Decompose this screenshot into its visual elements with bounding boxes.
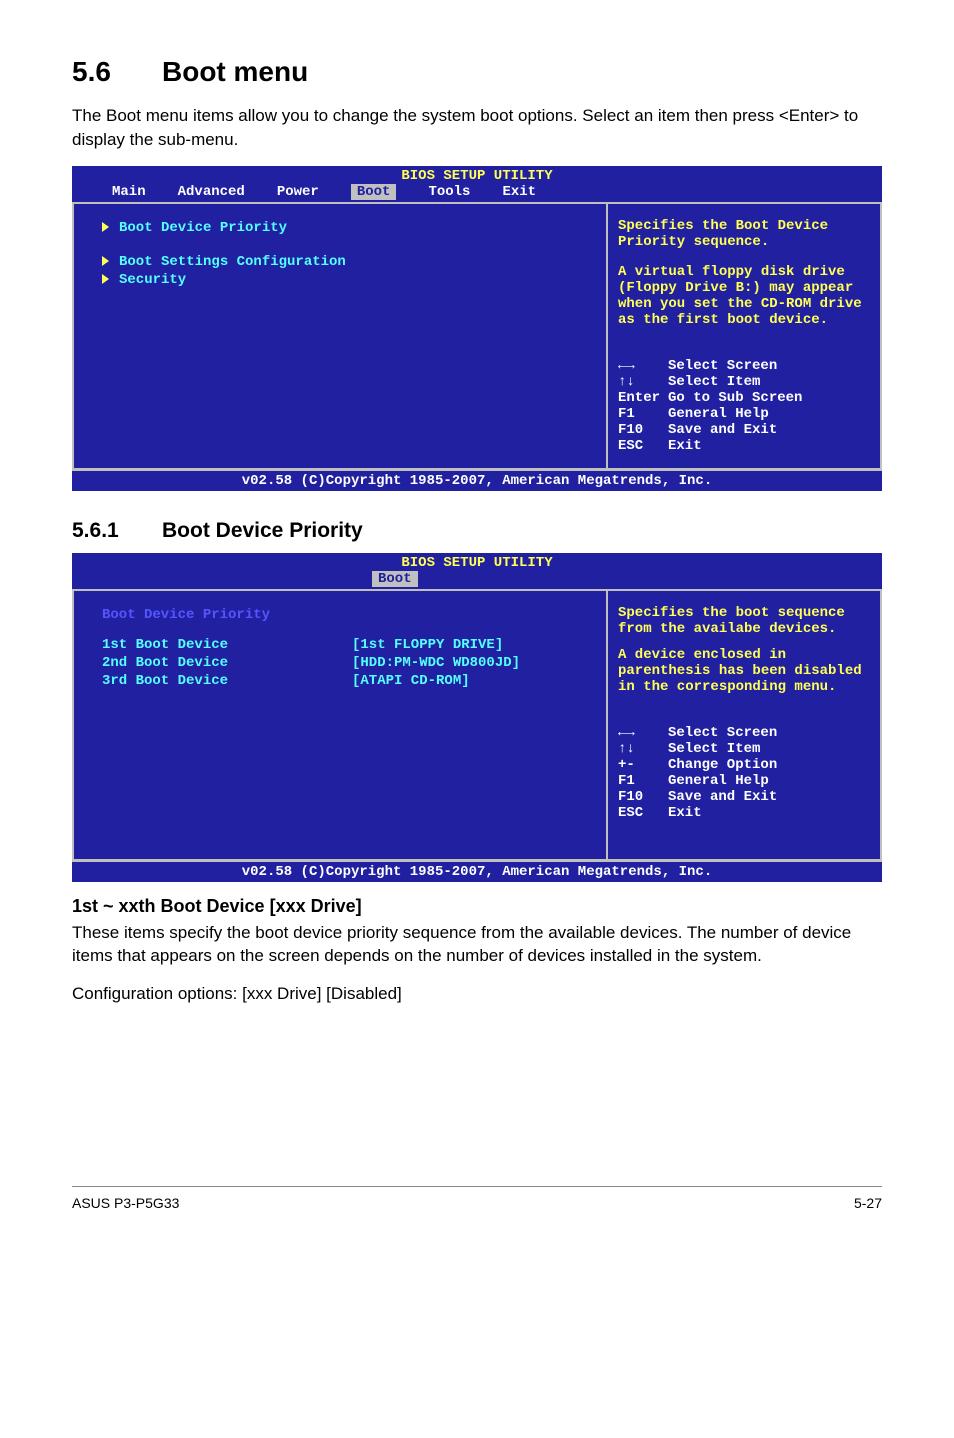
bios1-item-boot-settings-config[interactable]: Boot Settings Configuration xyxy=(102,254,596,270)
subsection-number: 5.6.1 xyxy=(72,519,162,543)
key-f10: F10 xyxy=(618,422,668,438)
bios2-row-1st[interactable]: 1st Boot Device[1st FLOPPY DRIVE] xyxy=(102,637,596,653)
bios2-help-text2: A device enclosed in parenthesis has bee… xyxy=(618,647,870,695)
bios2-row-2nd-label: 2nd Boot Device xyxy=(102,655,352,671)
bios2-help-pane: Specifies the boot sequence from the ava… xyxy=(606,591,880,859)
bios2-row-3rd[interactable]: 3rd Boot Device[ATAPI CD-ROM] xyxy=(102,673,596,689)
submenu-arrow-icon xyxy=(102,256,109,266)
bios2-help-text1: Specifies the boot sequence from the ava… xyxy=(618,605,870,637)
bios1-tab-exit[interactable]: Exit xyxy=(502,184,536,200)
param-body2: Configuration options: [xxx Drive] [Disa… xyxy=(72,982,882,1006)
bios-screen-boot-device-priority: BIOS SETUP UTILITY Boot Boot Device Prio… xyxy=(72,553,882,882)
key-leftright: ←→ xyxy=(618,358,668,374)
key-esc-label: Exit xyxy=(668,438,702,454)
key-esc: ESC xyxy=(618,805,668,821)
bios1-help-pane: Specifies the Boot Device Priority seque… xyxy=(606,204,880,468)
bios1-tab-advanced[interactable]: Advanced xyxy=(178,184,245,200)
key-plusminus-label: Change Option xyxy=(668,757,777,773)
bios1-item-boot-device-priority-label: Boot Device Priority xyxy=(119,220,287,236)
spacer xyxy=(618,637,870,647)
bios1-body: Boot Device Priority Boot Settings Confi… xyxy=(72,202,882,470)
key-updown-label: Select Item xyxy=(668,374,760,390)
bios2-row-3rd-value: [ATAPI CD-ROM] xyxy=(352,673,470,689)
footer-page: 5-27 xyxy=(854,1195,882,1211)
key-f1-label: General Help xyxy=(668,773,769,789)
submenu-arrow-icon xyxy=(102,274,109,284)
spacer xyxy=(618,250,870,264)
bios1-help-text2: A virtual floppy disk drive (Floppy Driv… xyxy=(618,264,870,328)
spacer xyxy=(102,625,596,635)
bios1-menubar: Main Advanced Power Boot Tools Exit xyxy=(72,184,882,202)
param-heading: 1st ~ xxth Boot Device [xxx Drive] xyxy=(72,896,882,917)
bios1-item-boot-device-priority[interactable]: Boot Device Priority xyxy=(102,220,596,236)
bios2-left-pane: Boot Device Priority 1st Boot Device[1st… xyxy=(74,591,606,859)
key-leftright-label: Select Screen xyxy=(668,358,777,374)
key-enter: Enter xyxy=(618,390,668,406)
bios2-menubar: Boot xyxy=(72,571,882,589)
bios1-left-pane: Boot Device Priority Boot Settings Confi… xyxy=(74,204,606,468)
bios2-heading: Boot Device Priority xyxy=(102,607,596,623)
section-number: 5.6 xyxy=(72,56,162,88)
bios1-footer: v02.58 (C)Copyright 1985-2007, American … xyxy=(72,470,882,491)
bios2-row-2nd[interactable]: 2nd Boot Device[HDD:PM-WDC WD800JD] xyxy=(102,655,596,671)
subsection-title: Boot Device Priority xyxy=(162,519,363,542)
bios2-title: BIOS SETUP UTILITY xyxy=(72,553,882,571)
key-leftright: ←→ xyxy=(618,725,668,741)
key-updown: ↑↓ xyxy=(618,374,668,390)
spacer xyxy=(102,238,596,252)
bios1-title: BIOS SETUP UTILITY xyxy=(72,166,882,184)
bios1-item-security-label: Security xyxy=(119,272,186,288)
key-f10-label: Save and Exit xyxy=(668,789,777,805)
key-plusminus: +- xyxy=(618,757,668,773)
key-leftright-label: Select Screen xyxy=(668,725,777,741)
key-esc: ESC xyxy=(618,438,668,454)
bios1-tab-tools[interactable]: Tools xyxy=(428,184,470,200)
page-container: 5.6Boot menu The Boot menu items allow y… xyxy=(0,0,954,1231)
bios2-tab-boot[interactable]: Boot xyxy=(372,571,418,587)
key-enter-label: Go to Sub Screen xyxy=(668,390,802,406)
key-esc-label: Exit xyxy=(668,805,702,821)
bios2-row-1st-label: 1st Boot Device xyxy=(102,637,352,653)
bios2-row-2nd-value: [HDD:PM-WDC WD800JD] xyxy=(352,655,520,671)
subsection-heading: 5.6.1Boot Device Priority xyxy=(72,519,882,543)
bios1-tab-boot[interactable]: Boot xyxy=(351,184,397,200)
bios1-help-text1: Specifies the Boot Device Priority seque… xyxy=(618,218,870,250)
section-title: Boot menu xyxy=(162,56,308,87)
footer-product: ASUS P3-P5G33 xyxy=(72,1195,179,1211)
bios1-item-security[interactable]: Security xyxy=(102,272,596,288)
bios2-row-3rd-label: 3rd Boot Device xyxy=(102,673,352,689)
param-body1: These items specify the boot device prio… xyxy=(72,921,882,969)
page-footer: ASUS P3-P5G33 5-27 xyxy=(72,1186,882,1211)
key-f1: F1 xyxy=(618,406,668,422)
key-f10: F10 xyxy=(618,789,668,805)
section-heading: 5.6Boot menu xyxy=(72,56,882,88)
bios2-footer: v02.58 (C)Copyright 1985-2007, American … xyxy=(72,861,882,882)
bios1-tab-main[interactable]: Main xyxy=(112,184,146,200)
bios-screen-boot-menu: BIOS SETUP UTILITY Main Advanced Power B… xyxy=(72,166,882,491)
submenu-arrow-icon xyxy=(102,222,109,232)
bios2-navkeys: ←→Select Screen ↑↓Select Item +-Change O… xyxy=(618,725,870,821)
bios1-tab-power[interactable]: Power xyxy=(277,184,319,200)
bios2-row-1st-value: [1st FLOPPY DRIVE] xyxy=(352,637,503,653)
bios1-navkeys: ←→Select Screen ↑↓Select Item EnterGo to… xyxy=(618,358,870,454)
bios1-item-boot-settings-config-label: Boot Settings Configuration xyxy=(119,254,346,270)
bios2-body: Boot Device Priority 1st Boot Device[1st… xyxy=(72,589,882,861)
intro-paragraph: The Boot menu items allow you to change … xyxy=(72,104,882,152)
key-updown-label: Select Item xyxy=(668,741,760,757)
key-updown: ↑↓ xyxy=(618,741,668,757)
key-f1: F1 xyxy=(618,773,668,789)
key-f10-label: Save and Exit xyxy=(668,422,777,438)
key-f1-label: General Help xyxy=(668,406,769,422)
